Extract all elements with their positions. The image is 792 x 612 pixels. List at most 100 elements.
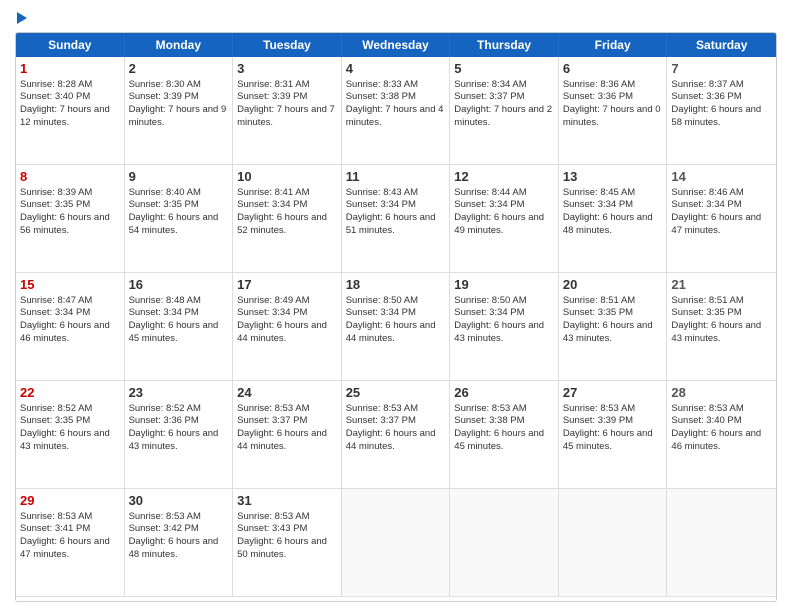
daylight-text: Daylight: 6 hours and 43 minutes. <box>20 428 110 452</box>
calendar: SundayMondayTuesdayWednesdayThursdayFrid… <box>15 32 777 602</box>
daylight-text: Daylight: 6 hours and 46 minutes. <box>20 320 110 344</box>
cal-day-11: 11Sunrise: 8:43 AMSunset: 3:34 PM Dayligh… <box>342 165 451 273</box>
daylight-text: Daylight: 6 hours and 45 minutes. <box>454 428 544 452</box>
sunrise-text: Sunrise: 8:52 AM <box>20 403 92 414</box>
day-number: 31 <box>237 492 337 510</box>
daylight-text: Daylight: 6 hours and 50 minutes. <box>237 536 327 560</box>
sunrise-text: Sunrise: 8:31 AM <box>237 79 309 90</box>
sunset-text: Sunset: 3:37 PM <box>454 91 524 102</box>
daylight-text: Daylight: 6 hours and 45 minutes. <box>129 320 219 344</box>
sunset-text: Sunset: 3:39 PM <box>237 91 307 102</box>
day-number: 15 <box>20 276 120 294</box>
cal-day-29: 29Sunrise: 8:53 AMSunset: 3:41 PMDayligh… <box>16 489 125 597</box>
daylight-text: Daylight: 6 hours and 44 minutes. <box>237 428 327 452</box>
day-number: 12 <box>454 168 554 186</box>
sunrise-text: Sunrise: 8:53 AM <box>237 511 309 522</box>
sunrise-text: Sunrise: 8:34 AM <box>454 79 526 90</box>
sunrise-text: Sunrise: 8:43 AM <box>346 187 418 198</box>
daylight-text: Daylight: 6 hours and 44 minutes. <box>346 428 436 452</box>
sunrise-text: Sunrise: 8:48 AM <box>129 295 201 306</box>
sunrise-text: Sunrise: 8:53 AM <box>346 403 418 414</box>
daylight-text: Daylight: 6 hours and 52 minutes. <box>237 212 327 236</box>
day-number: 4 <box>346 60 446 78</box>
sunrise-text: Sunrise: 8:30 AM <box>129 79 201 90</box>
day-number: 2 <box>129 60 229 78</box>
sunrise-text: Sunrise: 8:41 AM <box>237 187 309 198</box>
daylight-text: Daylight: 6 hours and 44 minutes. <box>346 320 436 344</box>
sunset-text: Sunset: 3:40 PM <box>20 91 90 102</box>
sunrise-text: Sunrise: 8:53 AM <box>454 403 526 414</box>
day-number: 20 <box>563 276 663 294</box>
day-number: 11 <box>346 168 446 186</box>
sunrise-text: Sunrise: 8:36 AM <box>563 79 635 90</box>
sunset-text: Sunset: 3:36 PM <box>563 91 633 102</box>
day-number: 27 <box>563 384 663 402</box>
sunset-text: Sunset: 3:36 PM <box>129 415 199 426</box>
sunset-text: Sunset: 3:34 PM <box>346 199 416 210</box>
sunset-text: Sunset: 3:35 PM <box>20 199 90 210</box>
daylight-text: Daylight: 6 hours and 47 minutes. <box>20 536 110 560</box>
daylight-text: Daylight: 6 hours and 51 minutes. <box>346 212 436 236</box>
sunrise-text: Sunrise: 8:50 AM <box>346 295 418 306</box>
sunrise-text: Sunrise: 8:53 AM <box>20 511 92 522</box>
daylight-text: Daylight: 6 hours and 54 minutes. <box>129 212 219 236</box>
cal-day-28: 28Sunrise: 8:53 AMSunset: 3:40 PMDayligh… <box>667 381 776 489</box>
day-number: 7 <box>671 60 772 78</box>
day-number: 28 <box>671 384 772 402</box>
day-of-week-thursday: Thursday <box>450 33 559 57</box>
sunrise-text: Sunrise: 8:51 AM <box>671 295 743 306</box>
daylight-text: Daylight: 7 hours and 4 minutes. <box>346 104 444 128</box>
sunrise-text: Sunrise: 8:37 AM <box>671 79 743 90</box>
cal-day-3: 3Sunrise: 8:31 AMSunset: 3:39 PM Daylight… <box>233 57 342 165</box>
sunset-text: Sunset: 3:41 PM <box>20 523 90 534</box>
daylight-text: Daylight: 7 hours and 2 minutes. <box>454 104 552 128</box>
day-number: 24 <box>237 384 337 402</box>
day-number: 22 <box>20 384 120 402</box>
daylight-text: Daylight: 6 hours and 43 minutes. <box>671 320 761 344</box>
sunrise-text: Sunrise: 8:53 AM <box>563 403 635 414</box>
daylight-text: Daylight: 6 hours and 43 minutes. <box>129 428 219 452</box>
cal-day-31: 31Sunrise: 8:53 AMSunset: 3:43 PMDayligh… <box>233 489 342 597</box>
daylight-text: Daylight: 6 hours and 43 minutes. <box>454 320 544 344</box>
day-number: 14 <box>671 168 772 186</box>
sunrise-text: Sunrise: 8:49 AM <box>237 295 309 306</box>
sunset-text: Sunset: 3:34 PM <box>237 199 307 210</box>
sunset-text: Sunset: 3:34 PM <box>346 307 416 318</box>
sunset-text: Sunset: 3:34 PM <box>671 199 741 210</box>
day-number: 23 <box>129 384 229 402</box>
sunrise-text: Sunrise: 8:28 AM <box>20 79 92 90</box>
daylight-text: Daylight: 6 hours and 48 minutes. <box>563 212 653 236</box>
daylight-text: Daylight: 7 hours and 12 minutes. <box>20 104 110 128</box>
cal-day-14: 14Sunrise: 8:46 AMSunset: 3:34 PMDayligh… <box>667 165 776 273</box>
sunrise-text: Sunrise: 8:46 AM <box>671 187 743 198</box>
day-number: 25 <box>346 384 446 402</box>
sunrise-text: Sunrise: 8:47 AM <box>20 295 92 306</box>
calendar-header: SundayMondayTuesdayWednesdayThursdayFrid… <box>16 33 776 57</box>
day-number: 1 <box>20 60 120 78</box>
daylight-text: Daylight: 6 hours and 45 minutes. <box>563 428 653 452</box>
sunset-text: Sunset: 3:38 PM <box>346 91 416 102</box>
day-of-week-wednesday: Wednesday <box>342 33 451 57</box>
sunset-text: Sunset: 3:34 PM <box>454 307 524 318</box>
cal-day-27: 27Sunrise: 8:53 AMSunset: 3:39 PMDayligh… <box>559 381 668 489</box>
sunset-text: Sunset: 3:36 PM <box>671 91 741 102</box>
daylight-text: Daylight: 7 hours and 7 minutes. <box>237 104 335 128</box>
sunset-text: Sunset: 3:35 PM <box>563 307 633 318</box>
cal-day-20: 20Sunrise: 8:51 AMSunset: 3:35 PMDayligh… <box>559 273 668 381</box>
sunset-text: Sunset: 3:35 PM <box>129 199 199 210</box>
day-number: 13 <box>563 168 663 186</box>
cal-day-12: 12Sunrise: 8:44 AMSunset: 3:34 PMDayligh… <box>450 165 559 273</box>
sunset-text: Sunset: 3:37 PM <box>237 415 307 426</box>
cal-day-2: 2Sunrise: 8:30 AMSunset: 3:39 PMDaylight… <box>125 57 234 165</box>
sunrise-text: Sunrise: 8:44 AM <box>454 187 526 198</box>
cal-day-18: 18Sunrise: 8:50 AMSunset: 3:34 PMDayligh… <box>342 273 451 381</box>
day-of-week-monday: Monday <box>125 33 234 57</box>
cal-day-22: 22Sunrise: 8:52 AMSunset: 3:35 PMDayligh… <box>16 381 125 489</box>
day-of-week-sunday: Sunday <box>16 33 125 57</box>
cal-day-19: 19Sunrise: 8:50 AMSunset: 3:34 PMDayligh… <box>450 273 559 381</box>
sunrise-text: Sunrise: 8:52 AM <box>129 403 201 414</box>
day-number: 9 <box>129 168 229 186</box>
day-number: 3 <box>237 60 337 78</box>
cal-day-5: 5Sunrise: 8:34 AMSunset: 3:37 PMDaylight… <box>450 57 559 165</box>
daylight-text: Daylight: 6 hours and 43 minutes. <box>563 320 653 344</box>
